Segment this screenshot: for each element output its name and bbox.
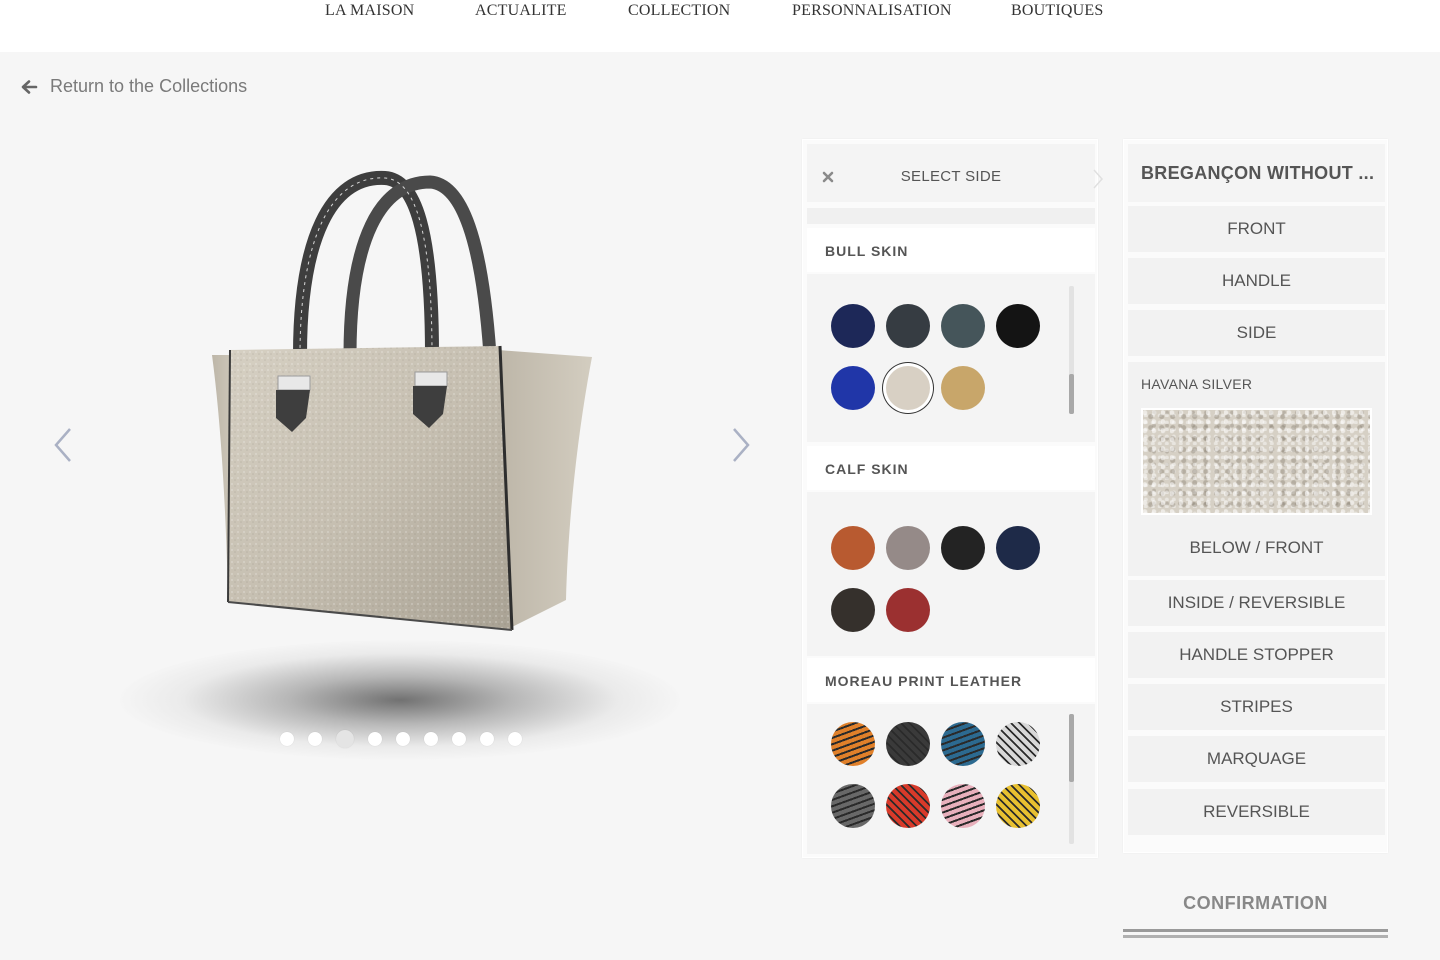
material-swatch[interactable] (941, 304, 985, 348)
material-swatch[interactable] (831, 304, 875, 348)
material-swatch[interactable] (831, 784, 875, 828)
section-title: BULL SKIN (825, 243, 909, 259)
pagination-dot[interactable] (452, 732, 466, 746)
swatch-grid-calf-skin (807, 492, 1095, 656)
part-reversible-button[interactable]: REVERSIBLE (1128, 789, 1385, 835)
scrollbar-thumb[interactable] (1069, 714, 1074, 782)
material-swatch[interactable] (886, 784, 930, 828)
next-image-arrow[interactable] (728, 425, 754, 470)
material-swatch[interactable] (996, 304, 1040, 348)
top-navigation: LA MAISON ACTUALITE COLLECTION PERSONNAL… (0, 0, 1440, 52)
material-swatch[interactable] (996, 784, 1040, 828)
part-side-button[interactable]: SIDE (1128, 310, 1385, 356)
prev-image-arrow[interactable] (50, 425, 76, 470)
chevron-left-icon (54, 428, 71, 462)
material-swatch[interactable] (886, 588, 930, 632)
material-swatch[interactable] (886, 526, 930, 570)
arrow-left-icon (21, 79, 38, 94)
divider (807, 208, 1095, 224)
swatch-grid-bull-skin (807, 274, 1095, 442)
material-swatch[interactable] (886, 366, 930, 410)
confirmation-label: CONFIRMATION (1183, 893, 1328, 913)
selected-material-name: HAVANA SILVER (1141, 376, 1253, 392)
material-swatch[interactable] (941, 784, 985, 828)
chevron-right-icon (733, 428, 750, 462)
material-swatch[interactable] (831, 722, 875, 766)
model-title-box: BREGANÇON WITHOUT ... (1128, 144, 1385, 202)
selected-material-texture[interactable] (1141, 408, 1372, 515)
material-swatch[interactable] (941, 722, 985, 766)
nav-item-collection[interactable]: COLLECTION (628, 2, 730, 20)
part-marquage-button[interactable]: MARQUAGE (1128, 736, 1385, 782)
swatch-grid-moreau-print-leather (807, 704, 1095, 854)
image-pagination (280, 730, 522, 748)
material-swatch[interactable] (831, 366, 875, 410)
nav-item-personnalisation[interactable]: PERSONNALISATION (792, 2, 952, 20)
pagination-dot[interactable] (424, 732, 438, 746)
scrollbar-thumb[interactable] (1069, 374, 1074, 414)
part-handle-button[interactable]: HANDLE (1128, 258, 1385, 304)
part-below-front-button[interactable]: BELOW / FRONT (1128, 538, 1385, 558)
pagination-dot[interactable] (368, 732, 382, 746)
material-swatch[interactable] (831, 526, 875, 570)
section-header-calf-skin: CALF SKIN (807, 446, 1095, 490)
part-below-front-expanded: HAVANA SILVER BELOW / FRONT (1128, 362, 1385, 576)
return-to-collections-link[interactable]: Return to the Collections (20, 76, 247, 97)
select-side-header: SELECT SIDE (807, 144, 1104, 202)
part-inside-reversible-button[interactable]: INSIDE / REVERSIBLE (1128, 580, 1385, 626)
pagination-dot[interactable] (308, 732, 322, 746)
section-title: CALF SKIN (825, 461, 909, 477)
part-front-button[interactable]: FRONT (1128, 206, 1385, 252)
nav-item-boutiques[interactable]: BOUTIQUES (1011, 2, 1103, 20)
material-swatch[interactable] (886, 304, 930, 348)
nav-item-la-maison[interactable]: LA MAISON (325, 2, 414, 20)
confirmation-button[interactable]: CONFIRMATION (1123, 880, 1388, 940)
section-title: MOREAU PRINT LEATHER (825, 673, 1023, 689)
divider (1123, 935, 1388, 938)
pagination-dot[interactable] (336, 730, 354, 748)
material-panel: SELECT SIDE BULL SKIN CALF SKIN MOREAU P… (802, 139, 1104, 858)
material-swatch[interactable] (941, 526, 985, 570)
part-handle-stopper-button[interactable]: HANDLE STOPPER (1128, 632, 1385, 678)
parts-panel: BREGANÇON WITHOUT ... FRONT HANDLE SIDE … (1123, 139, 1388, 853)
material-swatch[interactable] (831, 588, 875, 632)
pagination-dot[interactable] (508, 732, 522, 746)
scrollbar[interactable] (1069, 714, 1074, 844)
model-title: BREGANÇON WITHOUT ... (1141, 163, 1375, 183)
pagination-dot[interactable] (396, 732, 410, 746)
product-viewer (40, 140, 770, 780)
pagination-dot[interactable] (280, 732, 294, 746)
material-swatch[interactable] (996, 722, 1040, 766)
chevron-right-icon (1093, 169, 1104, 189)
material-swatch[interactable] (886, 722, 930, 766)
part-stripes-button[interactable]: STRIPES (1128, 684, 1385, 730)
scrollbar[interactable] (1069, 286, 1074, 414)
material-swatch[interactable] (996, 526, 1040, 570)
product-image (212, 170, 592, 631)
material-swatch[interactable] (941, 366, 985, 410)
divider (1123, 929, 1388, 932)
return-link-label: Return to the Collections (50, 76, 248, 96)
section-header-bull-skin: BULL SKIN (807, 228, 1095, 272)
select-side-title: SELECT SIDE (900, 168, 1002, 185)
pagination-dot[interactable] (480, 732, 494, 746)
nav-item-actualite[interactable]: ACTUALITE (475, 2, 567, 20)
section-header-moreau-print-leather: MOREAU PRINT LEATHER (807, 658, 1095, 702)
